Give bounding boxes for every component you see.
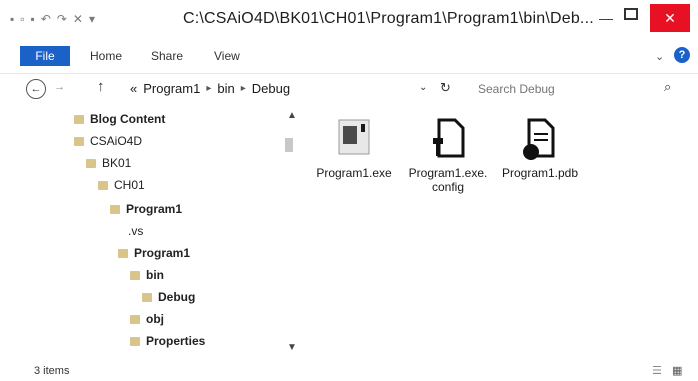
file-name: Program1.exe xyxy=(316,166,392,180)
tab-file[interactable]: File xyxy=(20,46,70,66)
search-input[interactable] xyxy=(478,80,674,98)
undo-icon[interactable]: ↶ xyxy=(41,12,51,26)
expand-ribbon-icon[interactable]: ⌄ xyxy=(655,50,664,63)
window-title: C:\CSAiO4D\BK01\CH01\Program1\Program1\b… xyxy=(183,10,594,27)
properties-icon[interactable]: ▫ xyxy=(20,12,24,26)
nav-item-csaio4d[interactable]: CSAiO4D xyxy=(74,134,142,148)
folder-icon xyxy=(142,292,152,302)
folder-icon xyxy=(86,158,96,168)
file-list[interactable]: Program1.exe Program1.exe.config Program… xyxy=(310,106,698,361)
delete-icon[interactable]: ✕ xyxy=(73,12,83,26)
folder-icon xyxy=(118,248,128,258)
nav-item-bk01[interactable]: BK01 xyxy=(86,156,131,170)
large-icons-view-icon[interactable]: ▦ xyxy=(672,364,682,377)
tab-view[interactable]: View xyxy=(214,49,240,63)
scrollbar-thumb[interactable] xyxy=(285,138,293,152)
up-button[interactable]: ↑ xyxy=(97,78,105,95)
close-button[interactable]: ✕ xyxy=(650,4,690,32)
nav-item-debug[interactable]: Debug xyxy=(142,290,195,304)
nav-item-ch01[interactable]: CH01 xyxy=(98,178,145,192)
refresh-icon[interactable]: ↻ xyxy=(440,80,451,96)
new-folder-icon[interactable]: ▪ xyxy=(31,12,35,26)
chevron-down-icon[interactable]: ▾ xyxy=(89,12,95,26)
scroll-up-icon[interactable]: ▲ xyxy=(287,110,297,121)
folder-icon xyxy=(74,114,84,124)
folder-icon xyxy=(98,180,108,190)
nav-item-vs[interactable]: .vs xyxy=(128,224,143,238)
tab-home[interactable]: Home xyxy=(90,49,122,63)
item-count: 3 items xyxy=(34,365,70,377)
file-name: Program1.pdb xyxy=(501,166,579,180)
nav-item-program1[interactable]: Program1 xyxy=(110,202,182,216)
tab-share[interactable]: Share xyxy=(151,49,183,63)
address-row: ← → ↑ « Program1 ▸ bin ▸ Debug ⌄ ↻ ⌕ xyxy=(0,74,698,104)
forward-button[interactable]: → xyxy=(54,81,65,93)
exe-icon xyxy=(331,116,377,162)
folder-icon xyxy=(130,336,140,346)
breadcrumb[interactable]: « Program1 ▸ bin ▸ Debug xyxy=(130,81,290,96)
nav-item-blog-content[interactable]: Blog Content xyxy=(74,112,165,126)
breadcrumb-overflow[interactable]: « xyxy=(130,81,137,96)
nav-item-program1-inner[interactable]: Program1 xyxy=(118,246,190,260)
search-icon[interactable]: ⌕ xyxy=(664,79,671,95)
breadcrumb-bin[interactable]: bin xyxy=(217,81,234,96)
ribbon: File Home Share View ⌄ ? xyxy=(0,40,698,74)
back-button[interactable]: ← xyxy=(26,79,46,99)
maximize-button[interactable] xyxy=(624,8,638,20)
file-item-program1-exe-config[interactable]: Program1.exe.config xyxy=(408,116,488,194)
file-item-program1-pdb[interactable]: Program1.pdb xyxy=(500,116,580,180)
chevron-right-icon[interactable]: ▸ xyxy=(241,83,246,94)
redo-icon[interactable]: ↷ xyxy=(57,12,67,26)
pdb-icon xyxy=(517,116,563,162)
address-dropdown-icon[interactable]: ⌄ xyxy=(419,82,427,93)
folder-icon xyxy=(130,314,140,324)
folder-icon xyxy=(130,270,140,280)
nav-item-bin[interactable]: bin xyxy=(130,268,164,282)
scroll-down-icon[interactable]: ▼ xyxy=(287,342,297,353)
breadcrumb-debug[interactable]: Debug xyxy=(252,81,290,96)
folder-icon xyxy=(110,204,120,214)
title-bar: ▪ ▫ ▪ ↶ ↷ ✕ ▾ C:\CSAiO4D\BK01\CH01\Progr… xyxy=(0,0,698,38)
folder-icon: ▪ xyxy=(10,12,15,26)
nav-item-obj[interactable]: obj xyxy=(130,312,164,326)
breadcrumb-program1[interactable]: Program1 xyxy=(143,81,200,96)
file-name: Program1.exe.config xyxy=(408,166,488,194)
status-bar: 3 items ☰ ▦ xyxy=(0,362,698,381)
chevron-right-icon[interactable]: ▸ xyxy=(206,83,211,94)
folder-icon xyxy=(74,136,84,146)
config-icon xyxy=(425,116,471,162)
nav-item-properties[interactable]: Properties xyxy=(130,334,205,348)
file-item-program1-exe[interactable]: Program1.exe xyxy=(314,116,394,180)
details-view-icon[interactable]: ☰ xyxy=(652,364,662,377)
quick-access-toolbar: ▪ ▫ ▪ ↶ ↷ ✕ ▾ xyxy=(10,12,95,26)
help-icon[interactable]: ? xyxy=(674,47,690,63)
navigation-pane[interactable]: Blog Content CSAiO4D BK01 CH01 Program1 … xyxy=(0,106,305,361)
minimize-button[interactable]: — xyxy=(596,8,616,28)
